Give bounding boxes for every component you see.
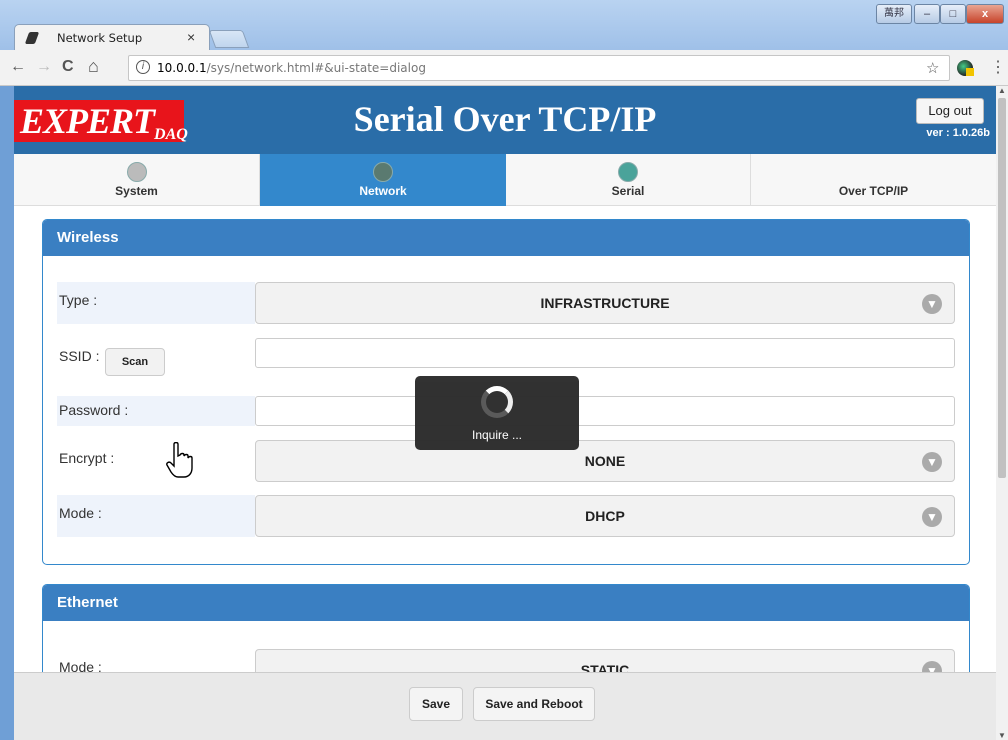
scroll-up-icon[interactable]: ▲ bbox=[998, 86, 1006, 95]
scan-button[interactable]: Scan bbox=[105, 348, 165, 376]
save-button[interactable]: Save bbox=[409, 687, 463, 721]
url-input[interactable]: i 10.0.0.1/sys/network.html#&ui-state=di… bbox=[128, 55, 950, 81]
encrypt-select-value: NONE bbox=[584, 453, 626, 469]
minimize-button[interactable]: – bbox=[914, 4, 940, 24]
scroll-down-icon[interactable]: ▼ bbox=[998, 731, 1006, 740]
info-icon[interactable]: i bbox=[136, 60, 150, 74]
hand-cursor-icon bbox=[166, 442, 193, 478]
browser-titlebar: Network Setup × 萬邦 – □ x bbox=[0, 0, 1008, 50]
new-tab-button[interactable] bbox=[208, 30, 250, 48]
nav-item-over-tcpip[interactable]: Over TCP/IP bbox=[751, 154, 996, 206]
footer-bar: Save Save and Reboot bbox=[14, 672, 996, 740]
reload-icon[interactable]: C bbox=[62, 58, 74, 76]
url-text: 10.0.0.1/sys/network.html#&ui-state=dial… bbox=[157, 61, 426, 75]
logout-button[interactable]: Log out bbox=[916, 98, 984, 124]
chevron-down-icon: ▼ bbox=[922, 452, 942, 472]
window-close-button[interactable]: x bbox=[966, 4, 1004, 24]
save-and-reboot-button[interactable]: Save and Reboot bbox=[473, 687, 595, 721]
password-label: Password : bbox=[57, 396, 255, 426]
ssid-input[interactable] bbox=[255, 338, 955, 368]
version-label: ver : 1.0.26b bbox=[926, 127, 990, 139]
nav-item-serial[interactable]: Serial bbox=[506, 154, 751, 206]
wireless-type-row: Type : INFRASTRUCTURE ▼ bbox=[57, 282, 955, 324]
chevron-down-icon: ▼ bbox=[922, 507, 942, 527]
type-select[interactable]: INFRASTRUCTURE ▼ bbox=[255, 282, 955, 324]
wireless-mode-row: Mode : DHCP ▼ bbox=[57, 495, 955, 537]
ethernet-panel-title: Ethernet bbox=[43, 585, 969, 621]
back-icon[interactable]: ← bbox=[10, 58, 26, 76]
spinner-icon bbox=[481, 386, 513, 418]
type-select-value: INFRASTRUCTURE bbox=[540, 295, 670, 311]
app-header: EXPERTDAQ Serial Over TCP/IP Log out ver… bbox=[14, 86, 996, 154]
url-host: 10.0.0.1 bbox=[157, 61, 207, 75]
maximize-button[interactable]: □ bbox=[940, 4, 966, 24]
scrollbar-thumb[interactable] bbox=[998, 98, 1006, 478]
ssid-row: SSID : Scan bbox=[57, 338, 955, 380]
encrypt-label: Encrypt : bbox=[59, 450, 115, 466]
nav-item-system[interactable]: System bbox=[14, 154, 260, 206]
page-title: Serial Over TCP/IP bbox=[353, 99, 657, 139]
browser-menu-icon[interactable]: ⋮ bbox=[990, 57, 1006, 77]
extension-icon[interactable] bbox=[957, 60, 974, 76]
tab-close-icon[interactable]: × bbox=[187, 29, 195, 45]
nav-item-network[interactable]: Network bbox=[260, 154, 506, 206]
browser-tab[interactable]: Network Setup × bbox=[14, 24, 210, 50]
serial-icon bbox=[618, 162, 638, 182]
mode-label: Mode : bbox=[57, 495, 255, 537]
type-label: Type : bbox=[57, 282, 255, 324]
nav-label: Over TCP/IP bbox=[838, 184, 909, 198]
chevron-down-icon: ▼ bbox=[922, 294, 942, 314]
tab-title: Network Setup bbox=[57, 31, 143, 45]
bookmark-star-icon[interactable]: ☆ bbox=[926, 59, 939, 77]
main-nav: System Network Serial Over TCP/IP bbox=[14, 154, 996, 206]
mode-select-value: DHCP bbox=[585, 508, 625, 524]
encrypt-select[interactable]: NONE ▼ bbox=[255, 440, 955, 482]
page-favicon-icon bbox=[24, 32, 40, 44]
nav-label: System bbox=[115, 184, 158, 198]
loading-dialog: Inquire ... bbox=[415, 376, 579, 450]
password-input[interactable] bbox=[255, 396, 955, 426]
gear-icon bbox=[127, 162, 147, 182]
ime-indicator[interactable]: 萬邦 bbox=[876, 4, 912, 24]
forward-icon[interactable]: → bbox=[36, 58, 52, 76]
home-icon[interactable]: ⌂ bbox=[88, 56, 99, 77]
url-path: /sys/network.html#&ui-state=dialog bbox=[206, 61, 426, 75]
nav-label: Network bbox=[359, 184, 407, 198]
nav-label: Serial bbox=[611, 184, 645, 198]
address-bar: ← → C ⌂ i 10.0.0.1/sys/network.html#&ui-… bbox=[0, 50, 1008, 86]
network-icon bbox=[373, 162, 393, 182]
wireless-panel-title: Wireless bbox=[43, 220, 969, 256]
loading-text: Inquire ... bbox=[471, 428, 523, 442]
page-scrollbar[interactable]: ▲ ▼ bbox=[996, 86, 1008, 740]
page-viewport: EXPERTDAQ Serial Over TCP/IP Log out ver… bbox=[14, 86, 996, 740]
mode-select[interactable]: DHCP ▼ bbox=[255, 495, 955, 537]
